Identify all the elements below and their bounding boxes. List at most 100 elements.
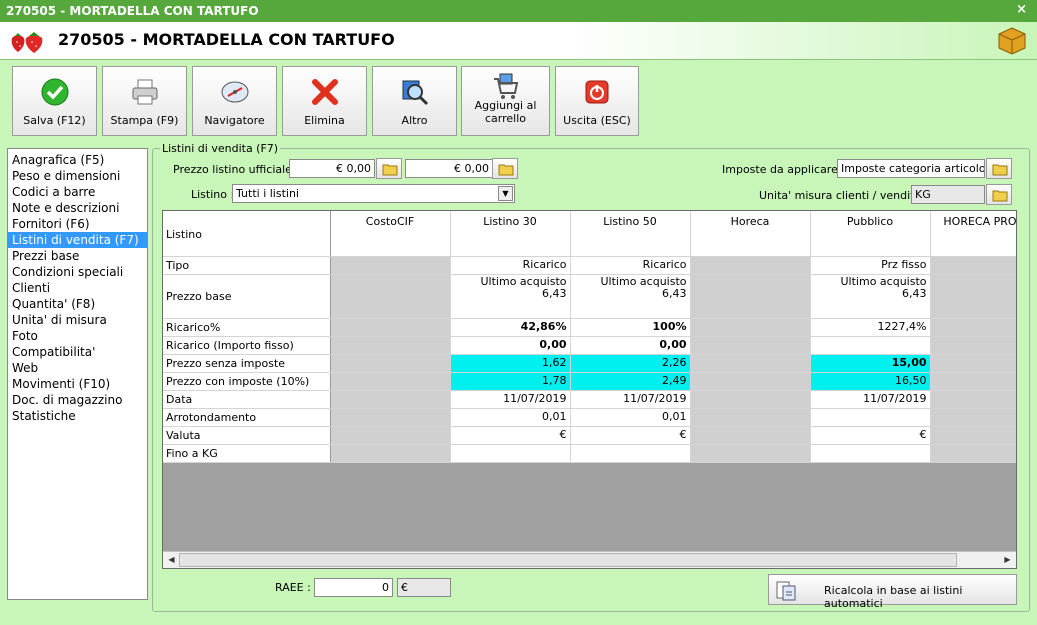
official-price-1-folder-button[interactable]: [376, 158, 402, 179]
save-button[interactable]: Salva (F12): [12, 66, 97, 136]
grid-cell[interactable]: 1,62: [450, 354, 571, 373]
grid-column-header[interactable]: HORECA PRO: [930, 211, 1016, 257]
scroll-left-icon[interactable]: ◀: [164, 553, 179, 567]
grid-horizontal-scrollbar[interactable]: ◀ ▶: [163, 551, 1016, 568]
grid-cell[interactable]: [330, 408, 451, 427]
grid-cell[interactable]: [690, 444, 811, 463]
grid-cell[interactable]: [810, 336, 931, 355]
nav-item[interactable]: Anagrafica (F5): [8, 152, 147, 168]
taxes-field[interactable]: Imposte categoria articolo: [837, 159, 985, 178]
grid-cell[interactable]: [930, 354, 1016, 373]
grid-cell[interactable]: [930, 444, 1016, 463]
grid-cell[interactable]: [930, 274, 1016, 319]
nav-item[interactable]: Unita' di misura: [8, 312, 147, 328]
nav-item[interactable]: Web: [8, 360, 147, 376]
grid-cell[interactable]: [330, 256, 451, 275]
recalculate-button[interactable]: Ricalcola in base ai listini automatici: [768, 574, 1017, 610]
nav-item[interactable]: Peso e dimensioni: [8, 168, 147, 184]
unit-field[interactable]: KG: [911, 185, 985, 204]
grid-cell[interactable]: [330, 274, 451, 319]
scrollbar-thumb[interactable]: [179, 553, 957, 567]
official-price-field-2[interactable]: € 0,00: [405, 159, 493, 178]
grid-cell[interactable]: [690, 426, 811, 445]
grid-cell[interactable]: 0,01: [450, 408, 571, 427]
grid-cell[interactable]: [330, 354, 451, 373]
exit-button[interactable]: Uscita (ESC): [555, 66, 639, 136]
nav-item[interactable]: Fornitori (F6): [8, 216, 147, 232]
navigator-button[interactable]: Navigatore: [192, 66, 277, 136]
grid-cell[interactable]: [930, 426, 1016, 445]
grid-cell[interactable]: [330, 318, 451, 337]
grid-cell[interactable]: [570, 444, 691, 463]
taxes-folder-button[interactable]: [986, 158, 1012, 179]
grid-cell[interactable]: [930, 336, 1016, 355]
nav-item[interactable]: Doc. di magazzino: [8, 392, 147, 408]
grid-cell[interactable]: 1227,4%: [810, 318, 931, 337]
nav-item[interactable]: Foto: [8, 328, 147, 344]
delete-button[interactable]: Elimina: [282, 66, 367, 136]
grid-column-header[interactable]: Listino 50: [570, 211, 691, 257]
grid-cell[interactable]: €: [450, 426, 571, 445]
grid-cell[interactable]: [930, 408, 1016, 427]
grid-column-header[interactable]: CostoCIF: [330, 211, 451, 257]
raee-field[interactable]: 0: [314, 578, 393, 597]
grid-cell[interactable]: [690, 408, 811, 427]
official-price-field-1[interactable]: € 0,00: [289, 159, 375, 178]
grid-cell[interactable]: Ultimo acquisto 6,43: [450, 274, 571, 319]
grid-cell[interactable]: [690, 336, 811, 355]
print-button[interactable]: Stampa (F9): [102, 66, 187, 136]
nav-item[interactable]: Statistiche: [8, 408, 147, 424]
grid-cell[interactable]: [450, 444, 571, 463]
grid-cell[interactable]: 0,01: [570, 408, 691, 427]
other-button[interactable]: Altro: [372, 66, 457, 136]
grid-cell[interactable]: 11/07/2019: [810, 390, 931, 409]
grid-cell[interactable]: [690, 274, 811, 319]
grid-cell[interactable]: Prz fisso: [810, 256, 931, 275]
grid-cell[interactable]: Ultimo acquisto 6,43: [810, 274, 931, 319]
grid-cell[interactable]: [690, 318, 811, 337]
grid-cell[interactable]: 15,00: [810, 354, 931, 373]
grid-cell[interactable]: 2,49: [570, 372, 691, 391]
grid-cell[interactable]: [690, 354, 811, 373]
grid-cell[interactable]: 11/07/2019: [570, 390, 691, 409]
grid-column-header[interactable]: Pubblico: [810, 211, 931, 257]
close-icon[interactable]: ×: [1016, 2, 1027, 17]
nav-item[interactable]: Condizioni speciali: [8, 264, 147, 280]
grid-cell[interactable]: 0,00: [570, 336, 691, 355]
grid-cell[interactable]: Ricarico: [450, 256, 571, 275]
grid-cell[interactable]: [690, 390, 811, 409]
grid-column-header[interactable]: Horeca: [690, 211, 811, 257]
grid-cell[interactable]: 0,00: [450, 336, 571, 355]
grid-cell[interactable]: [330, 372, 451, 391]
nav-item[interactable]: Codici a barre: [8, 184, 147, 200]
grid-cell[interactable]: [330, 426, 451, 445]
list-select[interactable]: Tutti i listini: [232, 184, 515, 203]
chevron-down-icon[interactable]: ▼: [498, 186, 513, 201]
grid-cell[interactable]: [330, 336, 451, 355]
grid-cell[interactable]: [930, 390, 1016, 409]
grid-cell[interactable]: [690, 372, 811, 391]
grid-cell[interactable]: [330, 390, 451, 409]
grid-cell[interactable]: [690, 256, 811, 275]
scroll-right-icon[interactable]: ▶: [1000, 553, 1015, 567]
nav-item[interactable]: Note e descrizioni: [8, 200, 147, 216]
unit-folder-button[interactable]: [986, 184, 1012, 205]
grid-cell[interactable]: €: [810, 426, 931, 445]
grid-cell[interactable]: 100%: [570, 318, 691, 337]
grid-cell[interactable]: [930, 372, 1016, 391]
grid-cell[interactable]: Ricarico: [570, 256, 691, 275]
nav-item[interactable]: Quantita' (F8): [8, 296, 147, 312]
grid-cell[interactable]: [930, 318, 1016, 337]
nav-item[interactable]: Listini di vendita (F7): [8, 232, 147, 248]
grid-cell[interactable]: 42,86%: [450, 318, 571, 337]
add-to-cart-button[interactable]: Aggiungi al carrello: [461, 66, 550, 136]
grid-cell[interactable]: 16,50: [810, 372, 931, 391]
nav-item[interactable]: Prezzi base: [8, 248, 147, 264]
grid-cell[interactable]: [810, 444, 931, 463]
nav-item[interactable]: Movimenti (F10): [8, 376, 147, 392]
grid-cell[interactable]: [930, 256, 1016, 275]
grid-cell[interactable]: [810, 408, 931, 427]
official-price-2-folder-button[interactable]: [492, 158, 518, 179]
nav-item[interactable]: Compatibilita': [8, 344, 147, 360]
grid-cell[interactable]: 11/07/2019: [450, 390, 571, 409]
